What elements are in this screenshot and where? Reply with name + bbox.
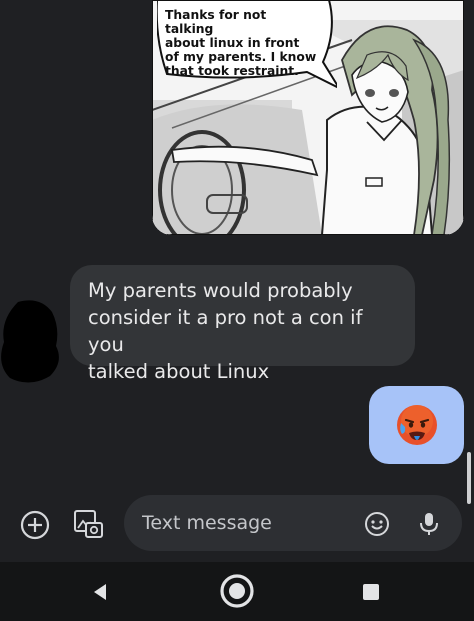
received-message-bubble[interactable]: My parents would probably consider it a … <box>70 265 415 383</box>
back-button[interactable] <box>88 580 112 604</box>
home-button[interactable] <box>218 572 256 610</box>
voice-button[interactable] <box>414 509 444 539</box>
back-triangle-icon <box>94 584 106 600</box>
system-navigation-bar <box>0 562 474 621</box>
speech-balloon-text: Thanks for not talking about linux in fr… <box>165 8 317 78</box>
attach-button[interactable] <box>18 508 52 542</box>
avatar-redacted-scribble <box>1 300 59 383</box>
message-input-container[interactable] <box>124 495 462 551</box>
gallery-button[interactable] <box>70 506 106 542</box>
conversation-view[interactable]: Thanks for not talking about linux in fr… <box>0 0 474 504</box>
speech-balloon: Thanks for not talking about linux in fr… <box>157 0 337 92</box>
avatar[interactable] <box>0 298 64 384</box>
recents-square-icon <box>363 584 379 600</box>
image-message[interactable]: Thanks for not talking about linux in fr… <box>152 0 464 235</box>
microphone-icon <box>420 513 438 535</box>
sent-message-bubble[interactable] <box>369 386 464 464</box>
home-circle-icon <box>220 574 254 608</box>
emoji-button[interactable] <box>362 509 392 539</box>
received-message-text: My parents would probably consider it a … <box>88 279 363 383</box>
hot-face-emoji-icon <box>396 405 437 445</box>
gallery-icon <box>74 510 103 538</box>
message-input[interactable] <box>140 507 354 539</box>
plus-circle-icon <box>20 510 50 540</box>
recents-button[interactable] <box>360 581 382 603</box>
smiley-icon <box>365 512 389 536</box>
compose-bar <box>0 490 474 558</box>
